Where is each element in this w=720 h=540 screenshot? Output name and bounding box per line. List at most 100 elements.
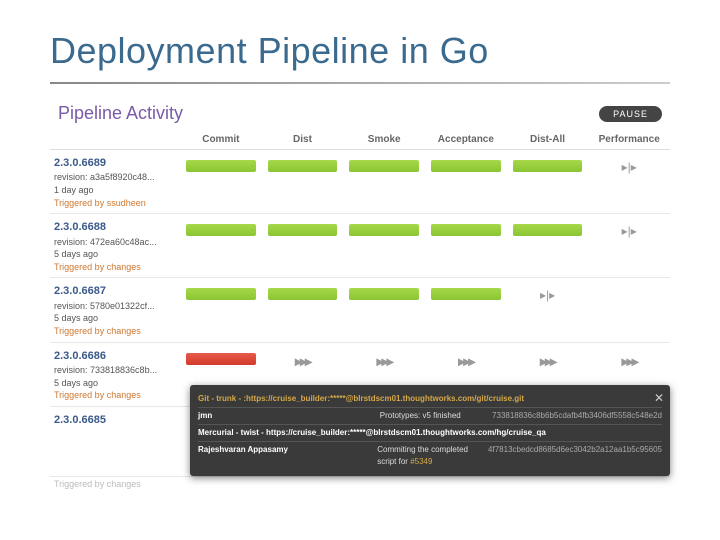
stage-header-dist: Dist <box>262 134 344 145</box>
app-header: Pipeline Activity PAUSE <box>50 99 670 128</box>
build-number[interactable]: 2.3.0.6686 <box>54 349 180 364</box>
build-number[interactable]: 2.3.0.6685 <box>54 413 180 428</box>
stage-bar-green[interactable] <box>268 224 338 236</box>
skip-icon[interactable]: ▸▸▸ <box>458 353 473 370</box>
build-info: 2.3.0.6687revision: 5780e01322cf...5 day… <box>50 284 180 337</box>
build-row: 2.3.0.6689revision: a3a5f8920c48...1 day… <box>50 150 670 214</box>
stage-bar-green[interactable] <box>431 288 501 300</box>
tooltip-hash: 4f7813cbedcd8685d6ec3042b2a12aa1b5c95605 <box>488 444 662 468</box>
skip-icon[interactable]: ▸▸▸ <box>295 353 310 370</box>
stage-bar-green[interactable] <box>186 224 256 236</box>
stage-cell[interactable] <box>262 220 344 240</box>
stage-bar-green[interactable] <box>186 160 256 172</box>
build-age: 1 day ago <box>54 184 180 197</box>
tooltip-repo-header: Mercurial - twist - https://cruise_build… <box>198 427 662 439</box>
stage-cell[interactable] <box>425 220 507 240</box>
tooltip-row: Git - trunk - :https://cruise_builder:**… <box>198 391 662 408</box>
tooltip-message: Commiting the completed script for #5349 <box>377 444 480 468</box>
stage-cell[interactable] <box>180 284 262 304</box>
stage-cell[interactable] <box>180 220 262 240</box>
stage-cell[interactable]: ▸|▸ <box>588 220 670 242</box>
stage-cell[interactable]: ▸▸▸ <box>507 349 589 374</box>
stage-cell[interactable]: ▸▸▸ <box>588 349 670 374</box>
tooltip-author: jmn <box>198 410 372 422</box>
stage-bar-green[interactable] <box>186 288 256 300</box>
build-trigger[interactable]: Triggered by changes <box>54 261 180 274</box>
build-revision: revision: 5780e01322cf... <box>54 300 180 313</box>
play-icon[interactable]: ▸|▸ <box>540 288 555 302</box>
stage-bar-green[interactable] <box>513 160 583 172</box>
stage-cell[interactable] <box>343 220 425 240</box>
stage-cell[interactable] <box>262 284 344 304</box>
stage-cell[interactable] <box>180 349 262 369</box>
build-age: 5 days ago <box>54 312 180 325</box>
stage-bar-red[interactable] <box>186 353 256 365</box>
app-title: Pipeline Activity <box>58 103 183 124</box>
stage-cell[interactable]: ▸▸▸ <box>343 349 425 374</box>
issue-link[interactable]: #5349 <box>410 457 432 466</box>
slide-title: Deployment Pipeline in Go <box>0 0 720 82</box>
stage-bar-green[interactable] <box>268 160 338 172</box>
build-row-partial: 2.3.0.6685 ✕ Git - trunk - :https://crui… <box>50 407 670 477</box>
build-info: 2.3.0.6686revision: 733818836c8b...5 day… <box>50 349 180 402</box>
build-trigger[interactable]: Triggered by changes <box>54 325 180 338</box>
stage-cell[interactable] <box>425 284 507 304</box>
build-trigger[interactable]: Triggered by changes <box>54 389 180 402</box>
stage-cell[interactable] <box>262 156 344 176</box>
stage-bar-green[interactable] <box>349 224 419 236</box>
stage-cell[interactable]: ▸|▸ <box>588 156 670 178</box>
stage-header-acceptance: Acceptance <box>425 134 507 145</box>
stage-cell[interactable]: ▸▸▸ <box>425 349 507 374</box>
build-number[interactable]: 2.3.0.6687 <box>54 284 180 299</box>
build-row: 2.3.0.6687revision: 5780e01322cf...5 day… <box>50 278 670 342</box>
tooltip-row: Mercurial - twist - https://cruise_build… <box>198 425 662 442</box>
build-trigger[interactable]: Triggered by ssudheen <box>54 197 180 210</box>
stage-header-commit: Commit <box>180 134 262 145</box>
stage-bar-green[interactable] <box>349 160 419 172</box>
play-icon[interactable]: ▸|▸ <box>622 160 637 174</box>
stage-bar-green[interactable] <box>349 288 419 300</box>
tooltip-repo-header: Git - trunk - :https://cruise_builder:**… <box>198 393 662 405</box>
tooltip-hash: 733818836c8b6b5cdafb4fb3406df5558c548e2d <box>492 410 662 422</box>
play-icon[interactable]: ▸|▸ <box>622 224 637 238</box>
pause-button[interactable]: PAUSE <box>599 106 662 122</box>
pipeline-app: Pipeline Activity PAUSE Commit Dist Smok… <box>50 99 670 491</box>
stage-cell[interactable]: ▸▸▸ <box>262 349 344 374</box>
stage-cell[interactable] <box>343 156 425 176</box>
stages-header: Commit Dist Smoke Acceptance Dist-All Pe… <box>50 128 670 150</box>
stage-cell[interactable] <box>507 220 589 240</box>
stage-cell[interactable]: ▸|▸ <box>507 284 589 306</box>
stage-cell[interactable] <box>425 156 507 176</box>
close-icon[interactable]: ✕ <box>654 389 664 407</box>
stage-header-smoke: Smoke <box>343 134 425 145</box>
build-info: 2.3.0.6685 <box>50 413 180 428</box>
stage-cell[interactable] <box>507 156 589 176</box>
skip-icon[interactable]: ▸▸▸ <box>622 353 637 370</box>
faded-trigger-text: Triggered by changes <box>50 477 670 491</box>
stage-cell[interactable] <box>343 284 425 304</box>
skip-icon[interactable]: ▸▸▸ <box>377 353 392 370</box>
stage-bar-green[interactable] <box>431 224 501 236</box>
stage-bar-green[interactable] <box>513 224 583 236</box>
tooltip-row: Rajeshvaran Appasamy Commiting the compl… <box>198 442 662 470</box>
build-age: 5 days ago <box>54 377 180 390</box>
title-divider <box>50 82 670 84</box>
stage-bar-green[interactable] <box>431 160 501 172</box>
build-number[interactable]: 2.3.0.6688 <box>54 220 180 235</box>
build-revision: revision: 472ea60c48ac... <box>54 236 180 249</box>
tooltip-row: jmn Prototypes: v5 finished733818836c8b6… <box>198 408 662 425</box>
stage-bar-green[interactable] <box>268 288 338 300</box>
build-revision: revision: a3a5f8920c48... <box>54 171 180 184</box>
build-age: 5 days ago <box>54 248 180 261</box>
build-revision: revision: 733818836c8b... <box>54 364 180 377</box>
build-info: 2.3.0.6689revision: a3a5f8920c48...1 day… <box>50 156 180 209</box>
revision-tooltip: ✕ Git - trunk - :https://cruise_builder:… <box>190 385 670 476</box>
stage-header-dist-all: Dist-All <box>507 134 589 145</box>
build-number[interactable]: 2.3.0.6689 <box>54 156 180 171</box>
stage-cell[interactable] <box>588 284 670 292</box>
skip-icon[interactable]: ▸▸▸ <box>540 353 555 370</box>
build-row: 2.3.0.6688revision: 472ea60c48ac...5 day… <box>50 214 670 278</box>
build-info: 2.3.0.6688revision: 472ea60c48ac...5 day… <box>50 220 180 273</box>
stage-cell[interactable] <box>180 156 262 176</box>
tooltip-author: Rajeshvaran Appasamy <box>198 444 369 468</box>
